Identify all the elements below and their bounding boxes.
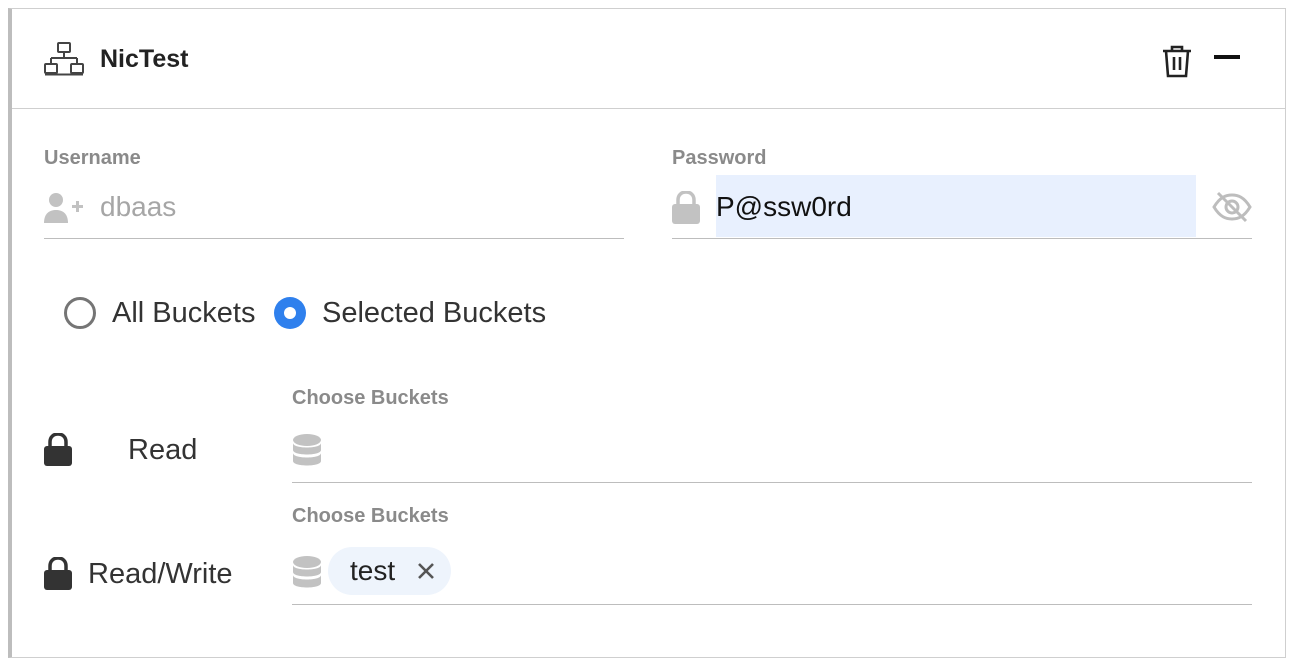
read-choose-buckets-label: Choose Buckets: [292, 387, 449, 409]
user-card: NicTest Username Password: [8, 8, 1286, 658]
username-field[interactable]: [44, 175, 624, 239]
radio-all-buckets-label: All Buckets: [112, 296, 256, 329]
eye-slash-icon[interactable]: [1212, 191, 1252, 223]
user-add-icon: [44, 193, 83, 223]
radio-selected-buckets-circle[interactable]: [274, 297, 306, 329]
card-header: NicTest: [12, 9, 1285, 109]
read-permission-label: Read: [128, 434, 198, 466]
read-write-bucket-selector[interactable]: test: [292, 545, 1252, 605]
database-icon: [293, 556, 321, 588]
password-label: Password: [672, 147, 767, 169]
bucket-chip-label: test: [350, 555, 396, 586]
username-input[interactable]: [100, 189, 600, 225]
read-write-lock-icon: [44, 557, 72, 590]
read-lock-icon: [44, 433, 72, 466]
delete-icon[interactable]: [1160, 43, 1194, 79]
minimize-icon[interactable]: [1210, 39, 1244, 69]
network-icon: [44, 42, 84, 76]
card-title: NicTest: [100, 45, 189, 73]
close-icon[interactable]: [417, 562, 435, 580]
radio-selected-buckets-label: Selected Buckets: [322, 296, 547, 329]
read-write-permission-label: Read/Write: [88, 558, 233, 590]
password-field[interactable]: [672, 175, 1252, 239]
read-bucket-selector[interactable]: [292, 423, 1252, 483]
bucket-chip[interactable]: test: [328, 547, 452, 595]
read-write-choose-buckets-label: Choose Buckets: [292, 505, 449, 527]
radio-all-buckets[interactable]: All Buckets: [64, 293, 255, 333]
lock-icon: [672, 191, 700, 224]
database-icon: [293, 434, 321, 466]
radio-selected-buckets[interactable]: Selected Buckets: [274, 293, 546, 333]
username-label: Username: [44, 147, 141, 169]
password-input[interactable]: [716, 189, 1176, 225]
radio-all-buckets-circle[interactable]: [64, 297, 96, 329]
